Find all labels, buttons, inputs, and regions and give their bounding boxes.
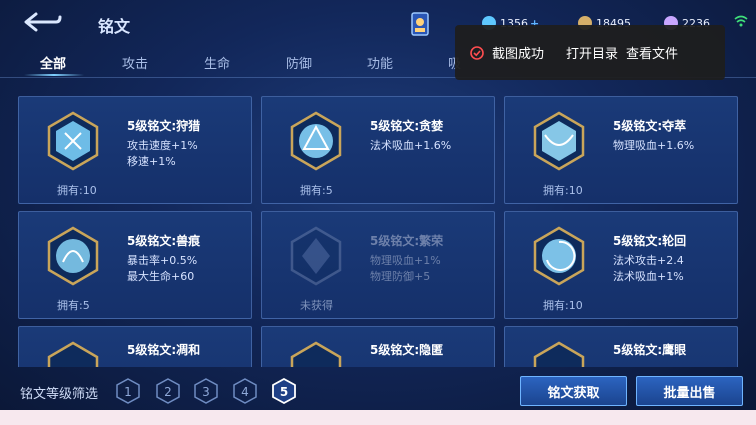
inscription-name: 5级铭文:繁荣 <box>370 234 444 248</box>
inscription-stat: 移速+1% <box>127 155 176 168</box>
tab-health[interactable]: 生命 <box>204 53 230 72</box>
owned-count: 拥有:10 <box>543 184 583 197</box>
inscription-card[interactable]: 5级铭文:鹰眼 <box>504 326 738 367</box>
inscription-beast-mark-icon <box>47 226 99 286</box>
game-screen: 铭文 1356 + 18495 2236 全部 攻击 生命 防御 功能 5级铭文… <box>0 0 756 410</box>
inscription-reincarnation-icon <box>533 226 585 286</box>
inscription-stat: 法术攻击+2.4 <box>613 254 684 267</box>
inscription-stat: 暴击率+0.5% <box>127 254 198 267</box>
owned-count: 拥有:5 <box>57 299 90 312</box>
level-label: 2 <box>164 385 172 399</box>
level-filter-4[interactable]: 4 <box>232 378 258 404</box>
inscription-hunt-icon <box>47 111 99 171</box>
inscription-extract-icon <box>533 111 585 171</box>
inscription-name: 5级铭文:凋和 <box>127 343 201 357</box>
inscription-name: 5级铭文:夺萃 <box>613 119 687 133</box>
tab-all[interactable]: 全部 <box>40 53 66 72</box>
get-inscription-button[interactable]: 铭文获取 <box>520 376 627 406</box>
inscription-stat: 物理吸血+1% <box>370 254 441 267</box>
page-title: 铭文 <box>98 17 131 36</box>
inscription-stat: 物理吸血+1.6% <box>613 139 695 152</box>
level-label: 1 <box>124 385 132 399</box>
bulk-sell-button[interactable]: 批量出售 <box>636 376 743 406</box>
tab-defense[interactable]: 防御 <box>286 53 312 72</box>
inscription-name: 5级铭文:兽痕 <box>127 234 201 248</box>
inscription-stealth-icon <box>290 341 342 367</box>
inscription-stat: 物理防御+5 <box>370 270 431 283</box>
open-folder-link[interactable]: 打开目录 <box>566 43 618 62</box>
owned-count: 拥有:10 <box>57 184 97 197</box>
level-filter-5-selected[interactable]: 5 <box>271 378 297 404</box>
owned-count: 拥有:5 <box>300 184 333 197</box>
owned-count: 拥有:10 <box>543 299 583 312</box>
active-tab-indicator <box>24 74 84 76</box>
inscription-eagle-eye-icon <box>533 341 585 367</box>
inscription-greed-icon <box>290 111 342 171</box>
level-label: 3 <box>202 385 210 399</box>
inscription-stat: 最大生命+60 <box>127 270 195 283</box>
inscription-prosperity-icon <box>290 226 342 286</box>
tab-utility[interactable]: 功能 <box>367 53 393 72</box>
inscription-name: 5级铭文:贪婪 <box>370 119 444 133</box>
inscription-grid: 5级铭文:狩猎 攻击速度+1% 移速+1% 拥有:10 5级铭文:贪婪 法术吸血… <box>18 92 740 367</box>
inscription-card[interactable]: 5级铭文:凋和 <box>18 326 252 367</box>
not-owned-label: 未获得 <box>300 299 333 312</box>
inscription-name: 5级铭文:隐匿 <box>370 343 444 357</box>
inscription-card[interactable]: 5级铭文:兽痕 暴击率+0.5% 最大生命+60 拥有:5 <box>18 211 252 319</box>
inscription-stat: 法术吸血+1% <box>613 270 684 283</box>
inscription-stat: 法术吸血+1.6% <box>370 139 452 152</box>
level-filter-label: 铭文等级筛选 <box>20 387 99 402</box>
wifi-icon <box>734 15 748 27</box>
screenshot-toast: 截图成功 打开目录 查看文件 <box>455 25 725 80</box>
back-arrow-icon[interactable] <box>22 10 62 34</box>
inscription-card[interactable]: 5级铭文:狩猎 攻击速度+1% 移速+1% 拥有:10 <box>18 96 252 204</box>
inscription-name: 5级铭文:轮回 <box>613 234 687 248</box>
inscription-name: 5级铭文:鹰眼 <box>613 343 687 357</box>
level-label: 4 <box>241 385 249 399</box>
tab-attack[interactable]: 攻击 <box>122 53 148 72</box>
inscription-card[interactable]: 5级铭文:隐匿 <box>261 326 495 367</box>
hero-card-icon[interactable] <box>410 11 430 37</box>
check-circle-icon <box>470 45 484 60</box>
inscription-card-locked[interactable]: 5级铭文:繁荣 物理吸血+1% 物理防御+5 未获得 <box>261 211 495 319</box>
inscription-stat: 攻击速度+1% <box>127 139 198 152</box>
inscription-wither-icon <box>47 341 99 367</box>
inscription-card[interactable]: 5级铭文:轮回 法术攻击+2.4 法术吸血+1% 拥有:10 <box>504 211 738 319</box>
level-label: 5 <box>280 385 288 399</box>
level-filter-2[interactable]: 2 <box>155 378 181 404</box>
inscription-name: 5级铭文:狩猎 <box>127 119 201 133</box>
toast-message: 截图成功 <box>492 47 545 62</box>
level-filter-3[interactable]: 3 <box>193 378 219 404</box>
level-filter-1[interactable]: 1 <box>115 378 141 404</box>
inscription-card[interactable]: 5级铭文:夺萃 物理吸血+1.6% 拥有:10 <box>504 96 738 204</box>
inscription-card[interactable]: 5级铭文:贪婪 法术吸血+1.6% 拥有:5 <box>261 96 495 204</box>
view-file-link[interactable]: 查看文件 <box>626 43 678 62</box>
bottom-strip <box>0 410 756 425</box>
